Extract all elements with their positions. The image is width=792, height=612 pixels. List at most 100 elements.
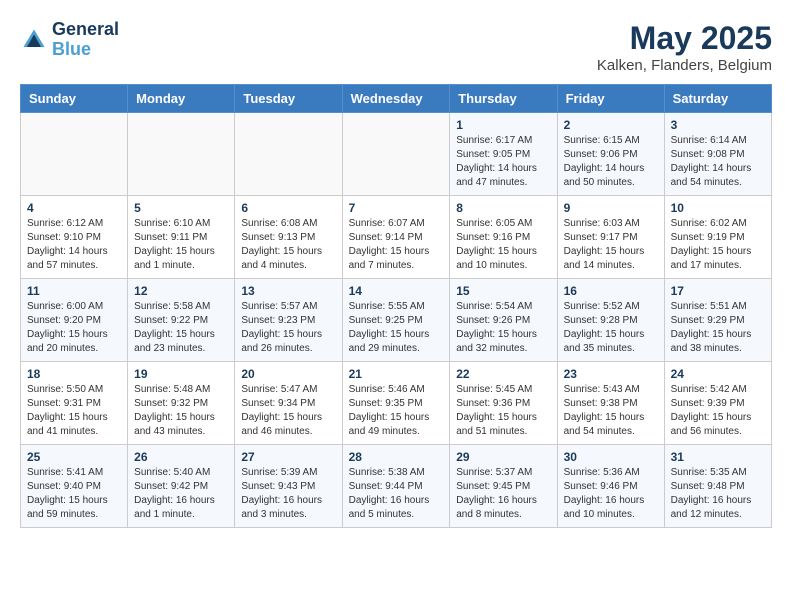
day-number: 28 [349,450,444,464]
calendar-week: 18Sunrise: 5:50 AM Sunset: 9:31 PM Dayli… [21,362,772,445]
day-number: 5 [134,201,228,215]
calendar-cell: 30 Sunrise: 5:36 AM Sunset: 9:46 PM Dayli… [557,445,664,528]
calendar-cell [128,113,235,196]
calendar-cell: 3 Sunrise: 6:14 AM Sunset: 9:08 PM Daylig… [664,113,771,196]
day-number: 15 [456,284,550,298]
day-number: 29 [456,450,550,464]
day-info: Sunrise: 5:35 AM Sunset: 9:48 PM Dayligh… [671,466,765,522]
day-number: 12 [134,284,228,298]
day-number: 24 [671,367,765,381]
day-number: 9 [564,201,658,215]
day-info: Sunrise: 5:55 AM Sunset: 9:25 PM Dayligh… [349,300,444,356]
calendar-cell: 15 Sunrise: 5:54 AM Sunset: 9:26 PM Dayli… [450,279,557,362]
day-number: 11 [27,284,121,298]
day-number: 19 [134,367,228,381]
day-number: 14 [349,284,444,298]
day-info: Sunrise: 5:46 AM Sunset: 9:35 PM Dayligh… [349,383,444,439]
calendar-cell: 12 Sunrise: 5:58 AM Sunset: 9:22 PM Dayli… [128,279,235,362]
calendar-cell: 19Sunrise: 5:48 AM Sunset: 9:32 PM Dayli… [128,362,235,445]
calendar-subtitle: Kalken, Flanders, Belgium [597,57,772,74]
calendar-week: 1 Sunrise: 6:17 AM Sunset: 9:05 PM Daylig… [21,113,772,196]
calendar-cell: 13Sunrise: 5:57 AM Sunset: 9:23 PM Dayli… [235,279,342,362]
calendar-cell: 22 Sunrise: 5:45 AM Sunset: 9:36 PM Dayli… [450,362,557,445]
calendar-cell [235,113,342,196]
calendar-cell [21,113,128,196]
day-number: 21 [349,367,444,381]
day-number: 26 [134,450,228,464]
day-info: Sunrise: 6:02 AM Sunset: 9:19 PM Dayligh… [671,217,765,273]
day-number: 23 [564,367,658,381]
day-number: 22 [456,367,550,381]
weekday-header: Sunday [21,85,128,113]
calendar-cell: 21 Sunrise: 5:46 AM Sunset: 9:35 PM Dayli… [342,362,450,445]
day-info: Sunrise: 5:52 AM Sunset: 9:28 PM Dayligh… [564,300,658,356]
day-info: Sunrise: 6:15 AM Sunset: 9:06 PM Dayligh… [564,134,658,190]
day-number: 4 [27,201,121,215]
day-info: Sunrise: 5:45 AM Sunset: 9:36 PM Dayligh… [456,383,550,439]
day-number: 31 [671,450,765,464]
weekday-header: Monday [128,85,235,113]
calendar-cell: 26 Sunrise: 5:40 AM Sunset: 9:42 PM Dayli… [128,445,235,528]
day-number: 3 [671,118,765,132]
calendar-cell: 18Sunrise: 5:50 AM Sunset: 9:31 PM Dayli… [21,362,128,445]
logo-icon [20,26,48,54]
day-info: Sunrise: 5:39 AM Sunset: 9:43 PM Dayligh… [241,466,335,522]
day-info: Sunrise: 5:40 AM Sunset: 9:42 PM Dayligh… [134,466,228,522]
weekday-header: Saturday [664,85,771,113]
calendar-cell: 23Sunrise: 5:43 AM Sunset: 9:38 PM Dayli… [557,362,664,445]
calendar-cell: 25Sunrise: 5:41 AM Sunset: 9:40 PM Dayli… [21,445,128,528]
calendar-cell: 1 Sunrise: 6:17 AM Sunset: 9:05 PM Daylig… [450,113,557,196]
day-info: Sunrise: 5:58 AM Sunset: 9:22 PM Dayligh… [134,300,228,356]
day-info: Sunrise: 6:08 AM Sunset: 9:13 PM Dayligh… [241,217,335,273]
day-number: 16 [564,284,658,298]
calendar-cell: 14 Sunrise: 5:55 AM Sunset: 9:25 PM Dayli… [342,279,450,362]
day-info: Sunrise: 5:54 AM Sunset: 9:26 PM Dayligh… [456,300,550,356]
day-info: Sunrise: 5:51 AM Sunset: 9:29 PM Dayligh… [671,300,765,356]
day-info: Sunrise: 6:10 AM Sunset: 9:11 PM Dayligh… [134,217,228,273]
day-number: 30 [564,450,658,464]
day-info: Sunrise: 6:05 AM Sunset: 9:16 PM Dayligh… [456,217,550,273]
day-number: 10 [671,201,765,215]
day-number: 6 [241,201,335,215]
calendar-cell: 11 Sunrise: 6:00 AM Sunset: 9:20 PM Dayli… [21,279,128,362]
day-number: 7 [349,201,444,215]
calendar-cell: 2 Sunrise: 6:15 AM Sunset: 9:06 PM Daylig… [557,113,664,196]
day-info: Sunrise: 6:17 AM Sunset: 9:05 PM Dayligh… [456,134,550,190]
day-info: Sunrise: 5:38 AM Sunset: 9:44 PM Dayligh… [349,466,444,522]
weekday-header: Thursday [450,85,557,113]
weekday-header: Friday [557,85,664,113]
calendar-title: May 2025 [597,20,772,57]
day-info: Sunrise: 6:07 AM Sunset: 9:14 PM Dayligh… [349,217,444,273]
calendar-week: 4Sunrise: 6:12 AM Sunset: 9:10 PM Daylig… [21,196,772,279]
day-info: Sunrise: 6:03 AM Sunset: 9:17 PM Dayligh… [564,217,658,273]
day-number: 8 [456,201,550,215]
calendar-cell: 4Sunrise: 6:12 AM Sunset: 9:10 PM Daylig… [21,196,128,279]
day-info: Sunrise: 5:42 AM Sunset: 9:39 PM Dayligh… [671,383,765,439]
day-number: 25 [27,450,121,464]
day-number: 27 [241,450,335,464]
page-header: General Blue May 2025 Kalken, Flanders, … [20,20,772,74]
day-info: Sunrise: 5:50 AM Sunset: 9:31 PM Dayligh… [27,383,121,439]
day-info: Sunrise: 5:47 AM Sunset: 9:34 PM Dayligh… [241,383,335,439]
calendar-cell: 29Sunrise: 5:37 AM Sunset: 9:45 PM Dayli… [450,445,557,528]
calendar-body: 1 Sunrise: 6:17 AM Sunset: 9:05 PM Daylig… [21,113,772,528]
calendar-table: SundayMondayTuesdayWednesdayThursdayFrid… [20,84,772,528]
day-number: 2 [564,118,658,132]
calendar-cell: 8 Sunrise: 6:05 AM Sunset: 9:16 PM Daylig… [450,196,557,279]
calendar-cell: 5 Sunrise: 6:10 AM Sunset: 9:11 PM Daylig… [128,196,235,279]
logo-text: General Blue [52,20,119,60]
calendar-cell: 7 Sunrise: 6:07 AM Sunset: 9:14 PM Daylig… [342,196,450,279]
calendar-cell [342,113,450,196]
weekday-row: SundayMondayTuesdayWednesdayThursdayFrid… [21,85,772,113]
day-number: 20 [241,367,335,381]
day-number: 1 [456,118,550,132]
day-info: Sunrise: 6:14 AM Sunset: 9:08 PM Dayligh… [671,134,765,190]
day-info: Sunrise: 6:00 AM Sunset: 9:20 PM Dayligh… [27,300,121,356]
calendar-week: 25Sunrise: 5:41 AM Sunset: 9:40 PM Dayli… [21,445,772,528]
calendar-cell: 20 Sunrise: 5:47 AM Sunset: 9:34 PM Dayli… [235,362,342,445]
calendar-cell: 10 Sunrise: 6:02 AM Sunset: 9:19 PM Dayli… [664,196,771,279]
logo: General Blue [20,20,119,60]
calendar-cell: 28 Sunrise: 5:38 AM Sunset: 9:44 PM Dayli… [342,445,450,528]
day-number: 17 [671,284,765,298]
day-info: Sunrise: 5:36 AM Sunset: 9:46 PM Dayligh… [564,466,658,522]
